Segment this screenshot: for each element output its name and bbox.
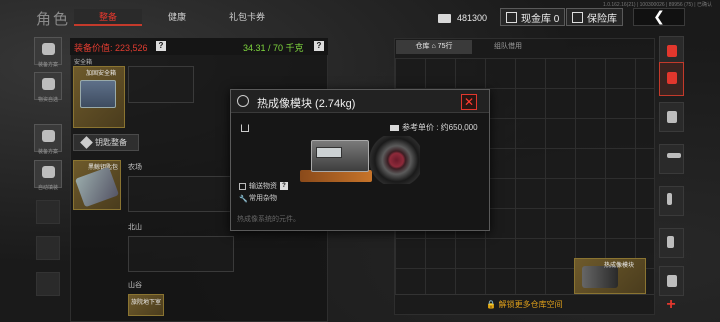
syringe-icon xyxy=(667,236,674,248)
empty-slot xyxy=(36,272,60,296)
money-amount: 481300 xyxy=(457,13,488,23)
keys-loadout-button[interactable]: 钥匙整备 xyxy=(73,134,139,151)
add-icon[interactable]: + xyxy=(661,296,681,314)
safe-label: 保险库 xyxy=(587,13,617,25)
home-icon: ⌂ xyxy=(431,43,436,50)
storage-tab-label: 仓库 xyxy=(415,43,430,50)
tab-health[interactable]: 健康 xyxy=(146,9,208,26)
tab-storage[interactable]: 仓库 ⌂ 75行 xyxy=(396,40,472,54)
tag-transport-supply: 输送物资 ? xyxy=(239,181,288,191)
storage-count: 75行 xyxy=(437,43,453,50)
secure-case-grid[interactable] xyxy=(128,66,194,103)
banknote-icon xyxy=(438,13,451,23)
tag1-label: 输送物资 xyxy=(249,183,277,190)
loadout-plan-2-label: 装备方案 xyxy=(37,149,58,155)
loadout-plan-label: 装备方案 xyxy=(37,62,58,68)
map-key-grid-farm[interactable] xyxy=(128,176,234,212)
reference-price: 参考单价 : 约650,000 xyxy=(390,122,478,133)
reference-price-text: 参考单价 : 约650,000 xyxy=(402,123,478,132)
key-icon xyxy=(80,136,93,149)
supply-select-label: 物资自选 xyxy=(37,97,58,103)
tag-common-misc: 🔧 常用杂物 xyxy=(239,193,277,203)
warehouse-item-label: 热成像模块 xyxy=(604,263,635,269)
misc-icon xyxy=(667,275,677,287)
ammo-icon xyxy=(667,193,672,205)
tag2-label: 常用杂物 xyxy=(249,195,277,202)
tab-gift-cards[interactable]: 礼包卡券 xyxy=(210,9,284,26)
item-image-lens xyxy=(368,136,420,184)
stack-icon xyxy=(667,45,677,57)
weight-help-button[interactable]: ? xyxy=(314,41,324,51)
map-key-grid-north-mountain[interactable] xyxy=(128,236,234,272)
auto-fill-label: 自动填装 xyxy=(37,185,58,191)
transport-icon xyxy=(239,182,246,190)
tab-team-borrow[interactable]: 组队借用 xyxy=(478,40,538,54)
page-title: 角色 xyxy=(36,11,71,28)
cash-vault-label: 现金库 0 xyxy=(521,13,560,25)
armor-icon xyxy=(667,111,677,123)
empty-slot xyxy=(36,236,60,260)
banknote-icon xyxy=(390,124,399,131)
empty-slot xyxy=(36,200,60,224)
map-label-valley: 山谷 xyxy=(128,282,142,289)
helmet-icon xyxy=(667,72,677,84)
secure-case-label: 加固安全箱 xyxy=(86,71,117,77)
back-button[interactable]: ❮ xyxy=(633,8,685,26)
valley-key-label: 旅院地下室 xyxy=(131,300,162,306)
close-button[interactable]: ✕ xyxy=(461,94,477,110)
popup-title: 热成像模块 (2.74kg) xyxy=(257,98,356,110)
cash-vault-button[interactable]: 现金库 0 xyxy=(500,8,566,26)
wrench-icon: 🔧 xyxy=(239,195,248,203)
secure-case-header: 安全箱 xyxy=(74,60,93,66)
equipment-value: 装备价值: 223,526 xyxy=(74,43,148,53)
category-weapon[interactable] xyxy=(659,144,684,174)
safe-icon xyxy=(572,11,583,23)
map-label-farm: 农场 xyxy=(128,164,142,171)
safe-button[interactable]: 保险库 xyxy=(566,8,623,26)
money-display: 481300 xyxy=(438,10,487,26)
item-category-icon xyxy=(237,95,249,107)
map-label-north-mountain: 北山 xyxy=(128,224,142,231)
weight-value: 34.31 / 70 千克 xyxy=(243,43,304,53)
keys-loadout-label: 钥匙整备 xyxy=(95,138,127,147)
secure-case-icon xyxy=(80,80,116,108)
value-help-button[interactable]: ? xyxy=(156,41,166,51)
vault-icon xyxy=(506,11,517,23)
tag1-help-button[interactable]: ? xyxy=(280,182,288,190)
share-icon[interactable] xyxy=(241,124,249,132)
unlock-storage-button[interactable]: 🔒 解锁更多仓库空间 xyxy=(395,294,654,313)
version-text: 1.0.162.16(21) | 100300026 | 89956 (75) … xyxy=(603,2,712,8)
rifle-icon xyxy=(667,153,681,158)
item-description: 热成像系统的元件。 xyxy=(237,216,300,223)
item-image-screen xyxy=(316,147,342,158)
tab-gear[interactable]: 整备 xyxy=(74,9,142,26)
warehouse-item-icon xyxy=(582,266,618,288)
